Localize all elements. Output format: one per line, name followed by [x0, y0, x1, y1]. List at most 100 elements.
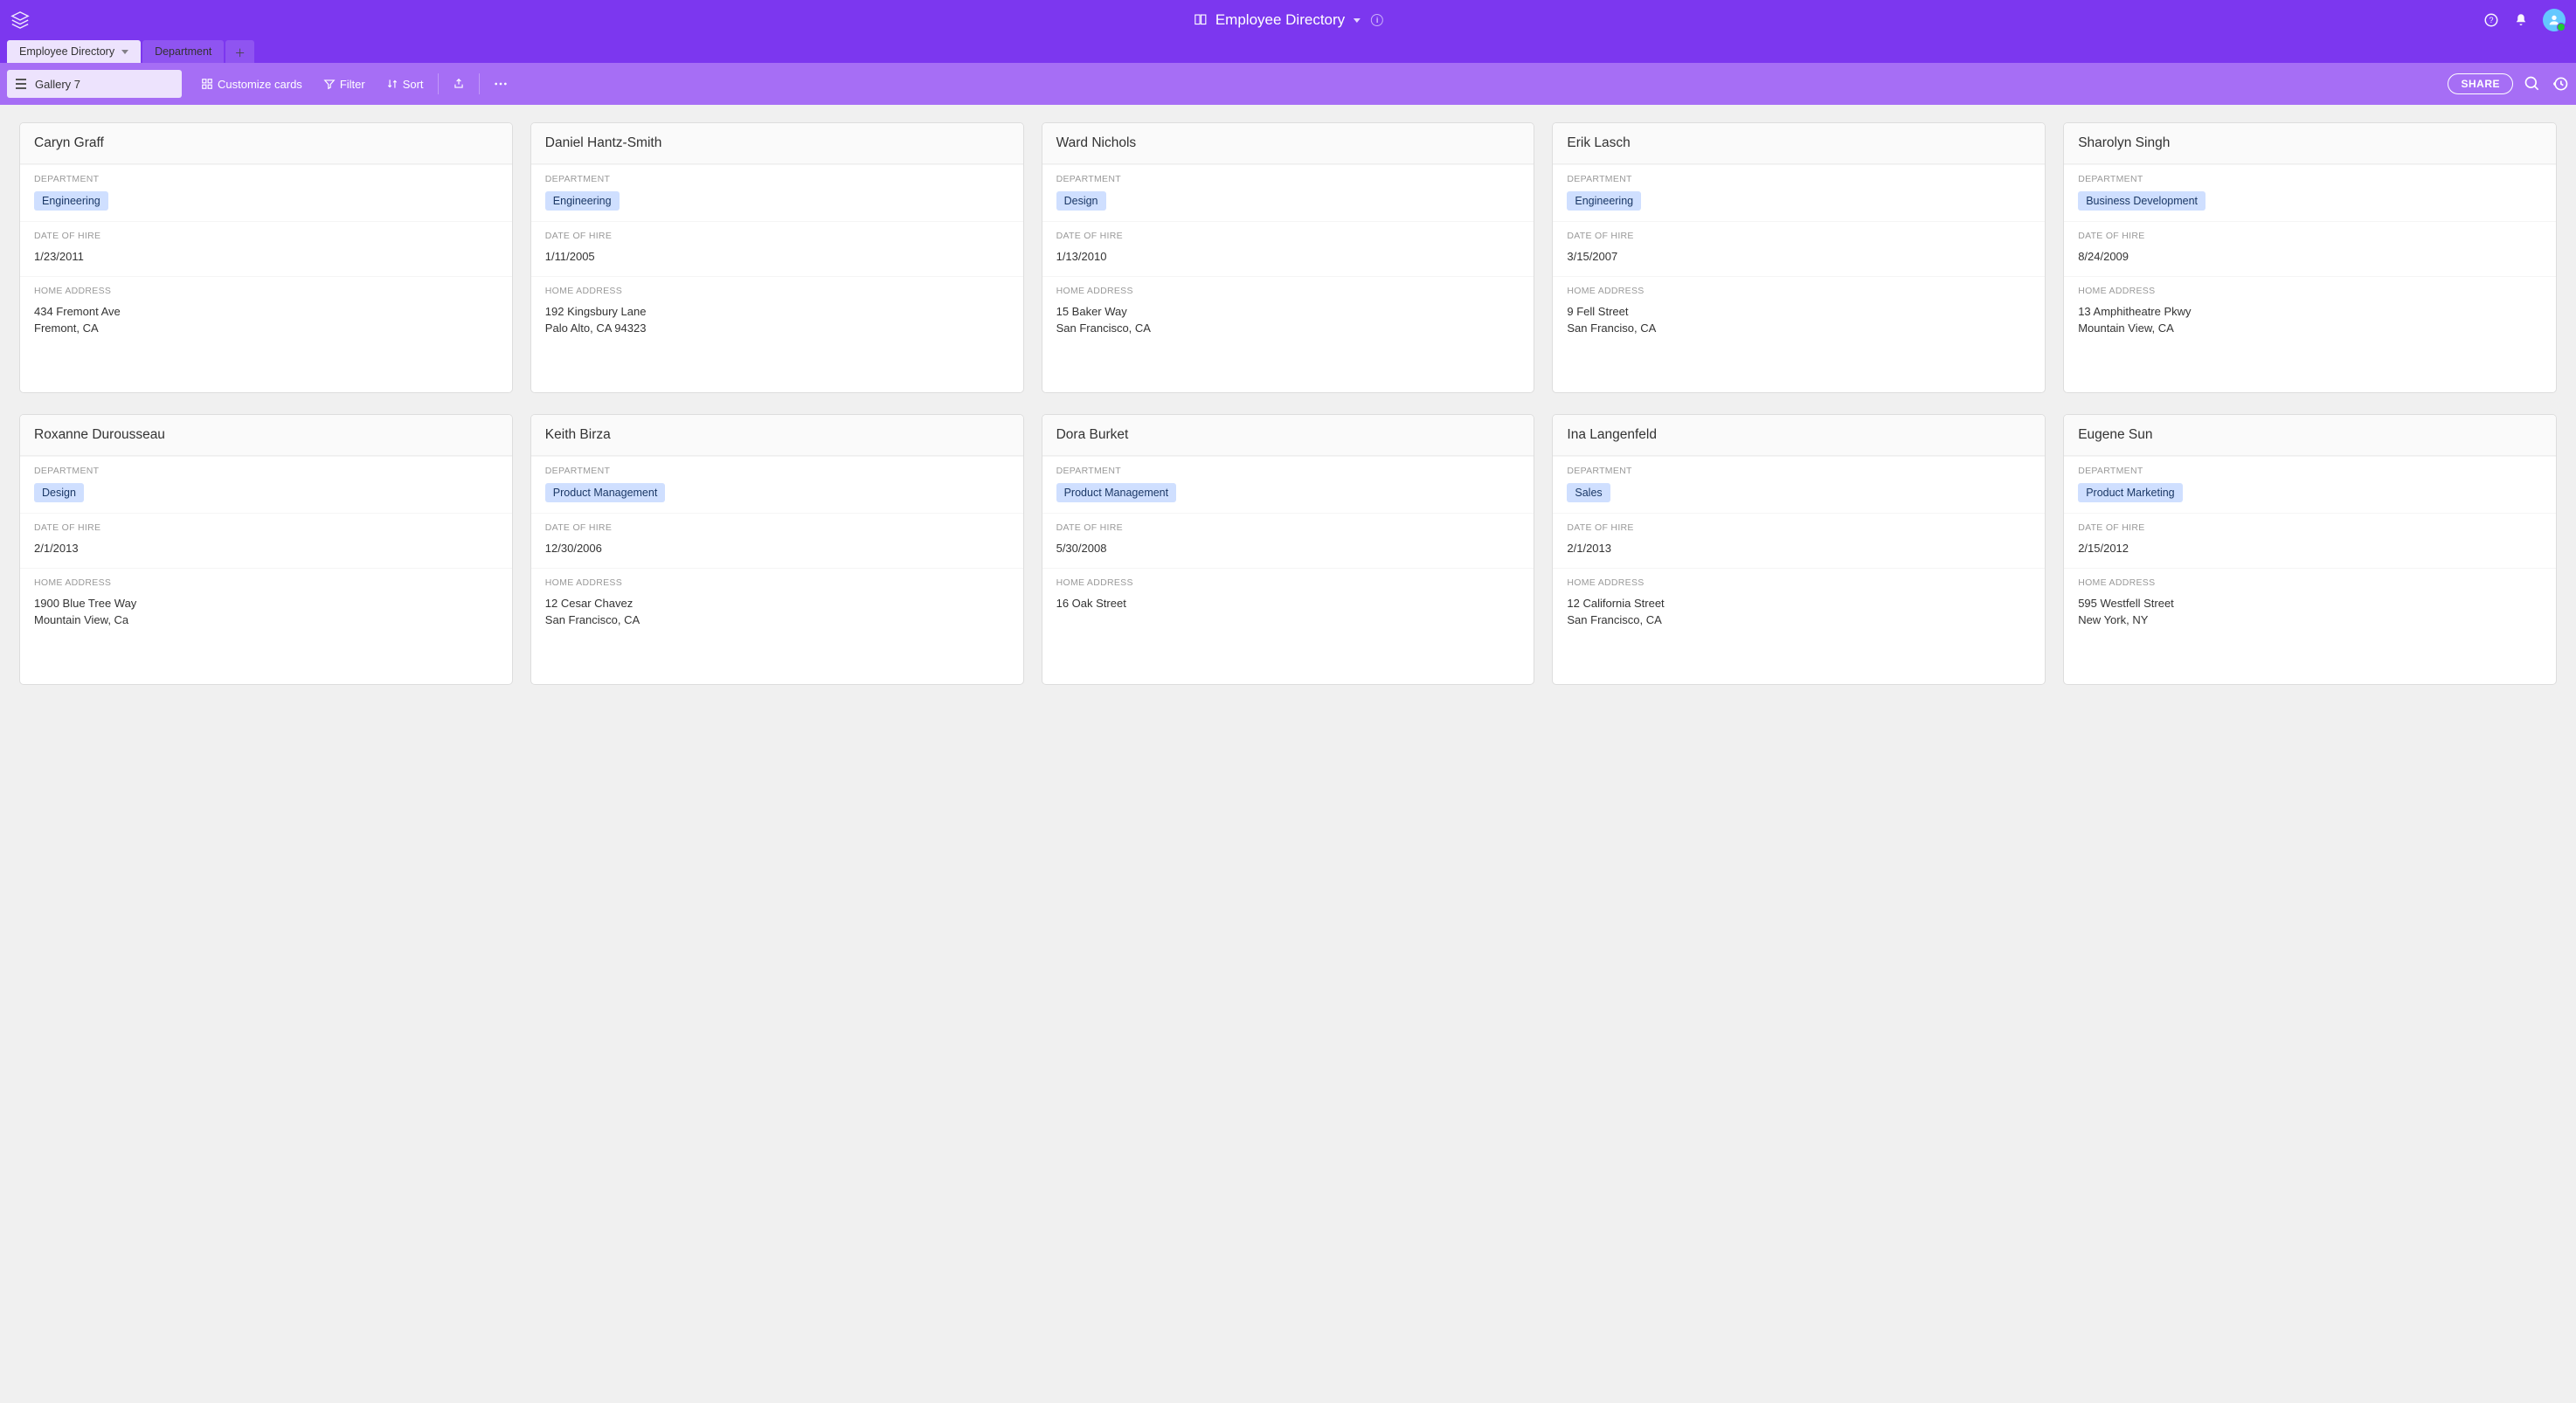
bell-icon[interactable]: [2513, 12, 2529, 28]
sort-button[interactable]: Sort: [377, 73, 433, 96]
view-switcher[interactable]: Gallery 7: [7, 70, 182, 98]
date-of-hire-value: 2/1/2013: [34, 540, 498, 557]
field-label-doh: DATE OF HIRE: [1567, 231, 2031, 241]
card-name: Ward Nichols: [1042, 123, 1534, 164]
home-address-value: 595 Westfell Street New York, NY: [2078, 595, 2542, 629]
card-name: Caryn Graff: [20, 123, 512, 164]
date-of-hire-value: 1/13/2010: [1056, 248, 1520, 266]
separator: [438, 73, 439, 94]
info-icon[interactable]: i: [1371, 14, 1383, 26]
dots-icon: [494, 81, 508, 86]
employee-card[interactable]: Eugene Sun DEPARTMENT Product Marketing …: [2063, 414, 2557, 685]
filter-label: Filter: [340, 78, 365, 91]
sort-icon: [386, 78, 398, 90]
employee-card[interactable]: Keith Birza DEPARTMENT Product Managemen…: [530, 414, 1024, 685]
department-tag: Engineering: [545, 191, 620, 211]
department-tag: Design: [1056, 191, 1106, 211]
card-name: Ina Langenfeld: [1553, 415, 2045, 456]
menu-icon: [16, 79, 26, 89]
base-title-text: Employee Directory: [1215, 11, 1345, 29]
share-icon: [453, 78, 465, 90]
field-label-doh: DATE OF HIRE: [34, 231, 498, 241]
avatar[interactable]: [2543, 9, 2566, 31]
caret-down-icon: [1354, 18, 1361, 23]
tab-label: Department: [155, 45, 211, 58]
home-address-value: 192 Kingsbury Lane Palo Alto, CA 94323: [545, 303, 1009, 337]
department-tag: Product Marketing: [2078, 483, 2182, 502]
card-name: Eugene Sun: [2064, 415, 2556, 456]
field-label-address: HOME ADDRESS: [1567, 286, 2031, 296]
field-label-department: DEPARTMENT: [545, 174, 1009, 184]
field-label-doh: DATE OF HIRE: [1567, 522, 2031, 533]
date-of-hire-value: 3/15/2007: [1567, 248, 2031, 266]
view-name: Gallery 7: [35, 78, 80, 91]
history-icon[interactable]: [2552, 75, 2569, 93]
separator: [479, 73, 480, 94]
field-label-department: DEPARTMENT: [1056, 466, 1520, 476]
date-of-hire-value: 12/30/2006: [545, 540, 1009, 557]
field-label-department: DEPARTMENT: [1567, 466, 2031, 476]
field-label-department: DEPARTMENT: [2078, 466, 2542, 476]
date-of-hire-value: 1/23/2011: [34, 248, 498, 266]
field-label-address: HOME ADDRESS: [34, 577, 498, 588]
share-menu-button[interactable]: [444, 73, 474, 95]
tab-department[interactable]: Department: [142, 40, 224, 63]
more-button[interactable]: [485, 76, 516, 92]
field-label-department: DEPARTMENT: [1056, 174, 1520, 184]
employee-card[interactable]: Ina Langenfeld DEPARTMENT Sales DATE OF …: [1552, 414, 2046, 685]
header-right: ?: [2483, 9, 2566, 31]
field-label-department: DEPARTMENT: [2078, 174, 2542, 184]
home-address-value: 1900 Blue Tree Way Mountain View, Ca: [34, 595, 498, 629]
employee-card[interactable]: Caryn Graff DEPARTMENT Engineering DATE …: [19, 122, 513, 393]
field-label-department: DEPARTMENT: [1567, 174, 2031, 184]
employee-card[interactable]: Daniel Hantz-Smith DEPARTMENT Engineerin…: [530, 122, 1024, 393]
tab-employee-directory[interactable]: Employee Directory: [7, 40, 141, 63]
employee-card[interactable]: Sharolyn Singh DEPARTMENT Business Devel…: [2063, 122, 2557, 393]
field-label-address: HOME ADDRESS: [545, 286, 1009, 296]
logo-icon[interactable]: [10, 10, 30, 30]
chevron-down-icon: [121, 50, 128, 54]
department-tag: Product Management: [1056, 483, 1177, 502]
share-button[interactable]: SHARE: [2448, 73, 2513, 94]
field-label-doh: DATE OF HIRE: [545, 231, 1009, 241]
department-tag: Product Management: [545, 483, 666, 502]
employee-card[interactable]: Erik Lasch DEPARTMENT Engineering DATE O…: [1552, 122, 2046, 393]
department-tag: Sales: [1567, 483, 1610, 502]
home-address-value: 12 California Street San Francisco, CA: [1567, 595, 2031, 629]
customize-cards-button[interactable]: Customize cards: [192, 73, 311, 96]
field-label-doh: DATE OF HIRE: [1056, 231, 1520, 241]
table-tabs: Employee Directory Department ＋: [0, 40, 2576, 63]
filter-icon: [323, 78, 336, 90]
department-tag: Design: [34, 483, 84, 502]
field-label-department: DEPARTMENT: [545, 466, 1009, 476]
employee-card[interactable]: Roxanne Durousseau DEPARTMENT Design DAT…: [19, 414, 513, 685]
grid-icon: [201, 78, 213, 90]
employee-card[interactable]: Dora Burket DEPARTMENT Product Managemen…: [1042, 414, 1535, 685]
field-label-department: DEPARTMENT: [34, 466, 498, 476]
field-label-address: HOME ADDRESS: [34, 286, 498, 296]
field-label-doh: DATE OF HIRE: [34, 522, 498, 533]
home-address-value: 15 Baker Way San Francisco, CA: [1056, 303, 1520, 337]
search-icon[interactable]: [2524, 75, 2541, 93]
card-name: Roxanne Durousseau: [20, 415, 512, 456]
customize-label: Customize cards: [218, 78, 302, 91]
field-label-address: HOME ADDRESS: [1056, 286, 1520, 296]
home-address-value: 16 Oak Street: [1056, 595, 1520, 612]
help-icon[interactable]: ?: [2483, 12, 2499, 28]
date-of-hire-value: 1/11/2005: [545, 248, 1009, 266]
date-of-hire-value: 2/15/2012: [2078, 540, 2542, 557]
base-title[interactable]: Employee Directory i: [1193, 11, 1383, 29]
field-label-address: HOME ADDRESS: [1056, 577, 1520, 588]
add-table-button[interactable]: ＋: [225, 40, 254, 63]
card-name: Keith Birza: [531, 415, 1023, 456]
field-label-address: HOME ADDRESS: [2078, 286, 2542, 296]
card-name: Dora Burket: [1042, 415, 1534, 456]
gallery-grid: Caryn Graff DEPARTMENT Engineering DATE …: [0, 105, 2576, 702]
app-header: Employee Directory i ?: [0, 0, 2576, 40]
employee-card[interactable]: Ward Nichols DEPARTMENT Design DATE OF H…: [1042, 122, 1535, 393]
filter-button[interactable]: Filter: [315, 73, 374, 96]
view-toolbar: Gallery 7 Customize cards Filter Sort SH…: [0, 63, 2576, 105]
field-label-department: DEPARTMENT: [34, 174, 498, 184]
field-label-doh: DATE OF HIRE: [1056, 522, 1520, 533]
field-label-address: HOME ADDRESS: [1567, 577, 2031, 588]
